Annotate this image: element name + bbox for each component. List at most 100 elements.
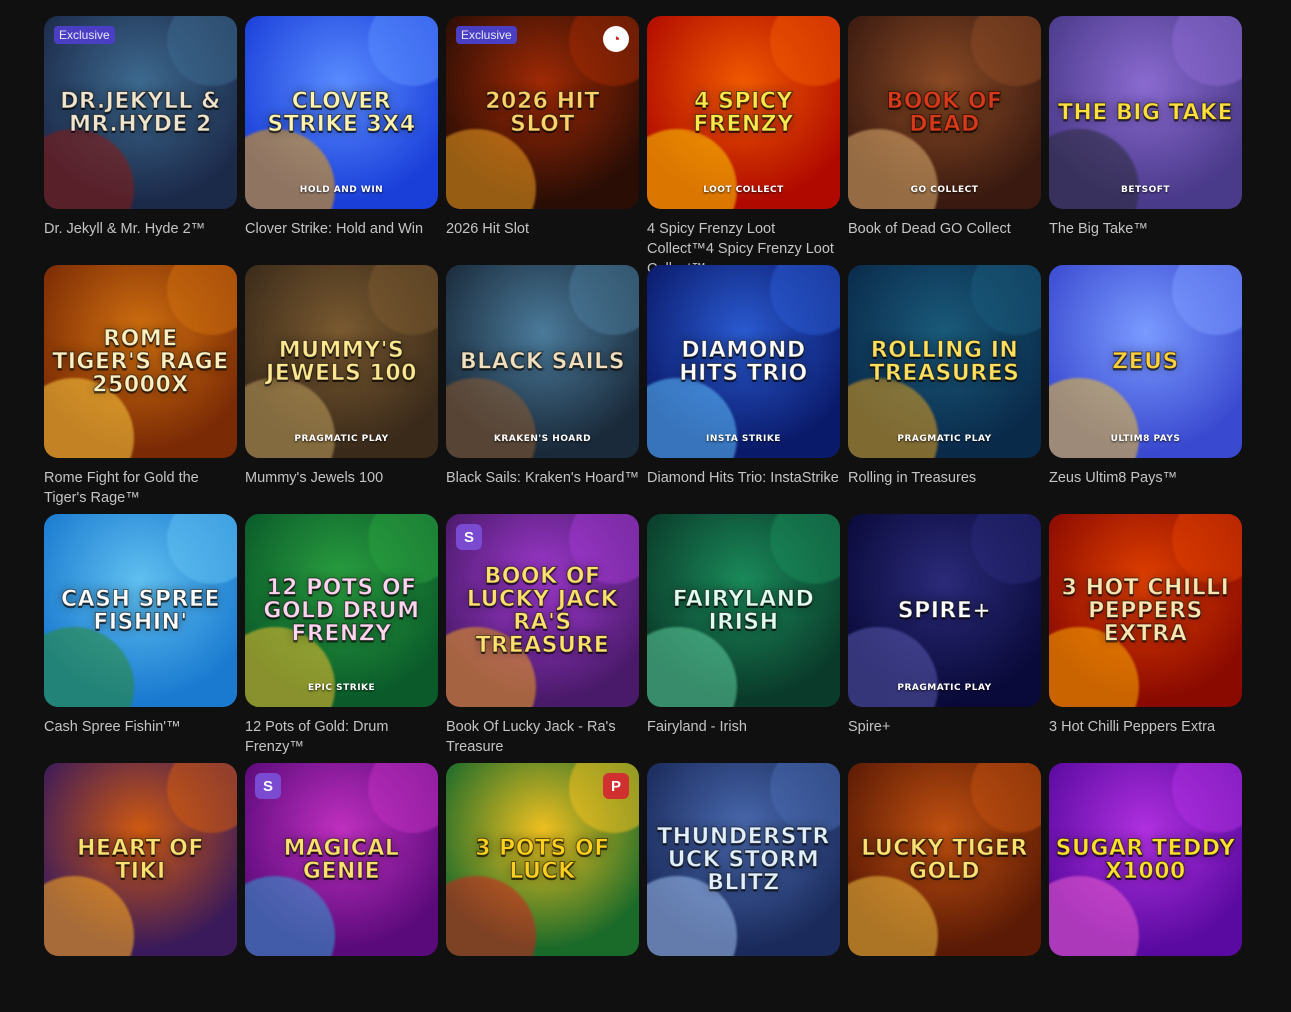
game-thumbnail[interactable]: The Big Take BETSOFT [1049, 16, 1242, 209]
game-thumbnail[interactable]: Dr.Jekyll & Mr.Hyde 2 Exclusive [44, 16, 237, 209]
game-thumbnail[interactable]: Thunderstruck Storm Blitz [647, 763, 840, 956]
game-card[interactable]: Clover Strike 3x4 HOLD AND WIN Clover Stri… [245, 16, 438, 265]
game-thumbnail[interactable]: 3 Hot Chilli Peppers Extra [1049, 514, 1242, 707]
game-name[interactable]: Zeus Ultim8 Pays™ [1049, 468, 1242, 488]
game-thumbnail[interactable]: Heart of Tiki [44, 763, 237, 956]
artwork-glow [44, 876, 134, 956]
game-thumbnail[interactable]: Lucky Tiger Gold [848, 763, 1041, 956]
game-artwork-title: Rolling in Treasures [869, 337, 1020, 386]
game-name[interactable]: Book of Dead GO Collect [848, 219, 1041, 239]
artwork-glow [848, 627, 938, 707]
game-artwork-title: 3 Hot Chilli Peppers Extra [1061, 574, 1230, 647]
game-artwork-subtitle: INSTA STRIKE [706, 434, 781, 444]
artwork-glow [245, 129, 335, 209]
game-card[interactable]: Magical Genie S [245, 763, 438, 1012]
artwork-glow [368, 265, 438, 335]
game-artwork-subtitle: PRAGMATIC PLAY [897, 683, 992, 693]
artwork-glow [446, 378, 536, 458]
game-card[interactable]: Diamond Hits Trio INSTA STRIKE Diamond Hit… [647, 265, 840, 514]
game-card[interactable]: Heart of Tiki [44, 763, 237, 1012]
game-thumbnail[interactable]: Cash Spree Fishin' [44, 514, 237, 707]
artwork-glow [569, 16, 639, 86]
game-card[interactable]: 2026 Hit Slot Exclusive ◔ 2026 Hit Slot [446, 16, 639, 265]
game-artwork-title: Fairyland Irish [672, 586, 815, 635]
artwork-glow [1172, 514, 1242, 584]
game-name[interactable]: Spire+ [848, 717, 1041, 737]
artwork-glow [1049, 876, 1139, 956]
game-artwork-subtitle: PRAGMATIC PLAY [897, 434, 992, 444]
game-thumbnail[interactable]: Diamond Hits Trio INSTA STRIKE [647, 265, 840, 458]
game-name[interactable]: The Big Take™ [1049, 219, 1242, 239]
game-artwork-title: Cash Spree Fishin' [60, 586, 221, 635]
game-card[interactable]: Dr.Jekyll & Mr.Hyde 2 Exclusive Dr. Jekyll… [44, 16, 237, 265]
game-name[interactable]: Rome Fight for Gold the Tiger's Rage™ [44, 468, 237, 508]
game-name[interactable]: Book Of Lucky Jack - Ra's Treasure [446, 717, 639, 757]
game-card[interactable]: Mummy's Jewels 100 PRAGMATIC PLAY Mummy's … [245, 265, 438, 514]
game-thumbnail[interactable]: Rome Tiger's Rage 25000X [44, 265, 237, 458]
game-thumbnail[interactable]: Rolling in Treasures PRAGMATIC PLAY [848, 265, 1041, 458]
game-name[interactable]: Fairyland - Irish [647, 717, 840, 737]
game-card[interactable]: Cash Spree Fishin' Cash Spree Fishin'™ [44, 514, 237, 763]
game-thumbnail[interactable]: Mummy's Jewels 100 PRAGMATIC PLAY [245, 265, 438, 458]
game-card[interactable]: 12 Pots of Gold Drum Frenzy EPIC STRIKE 12… [245, 514, 438, 763]
game-name[interactable]: Dr. Jekyll & Mr. Hyde 2™ [44, 219, 237, 239]
game-artwork-subtitle: PRAGMATIC PLAY [294, 434, 389, 444]
s-provider-icon: S [456, 524, 482, 550]
game-thumbnail[interactable]: Book of Lucky Jack Ra's Treasure S [446, 514, 639, 707]
artwork-glow [368, 763, 438, 833]
game-thumbnail[interactable]: 2026 Hit Slot Exclusive ◔ [446, 16, 639, 209]
artwork-glow [848, 129, 938, 209]
game-card[interactable]: Spire+ PRAGMATIC PLAY Spire+ [848, 514, 1041, 763]
artwork-glow [167, 16, 237, 86]
game-artwork-title: Spire+ [897, 597, 992, 623]
game-card[interactable]: Zeus ULTIM8 PAYS Zeus Ultim8 Pays™ [1049, 265, 1242, 514]
game-name[interactable]: 12 Pots of Gold: Drum Frenzy™ [245, 717, 438, 757]
game-thumbnail[interactable]: Fairyland Irish [647, 514, 840, 707]
game-card[interactable]: 4 Spicy Frenzy LOOT COLLECT 4 Spicy Frenzy… [647, 16, 840, 277]
game-thumbnail[interactable]: Book of Dead GO COLLECT [848, 16, 1041, 209]
game-card[interactable]: Lucky Tiger Gold [848, 763, 1041, 1012]
artwork-glow [770, 16, 840, 86]
artwork-glow [848, 876, 938, 956]
p-provider-icon: P [603, 773, 629, 799]
game-card[interactable]: Black Sails KRAKEN'S HOARD Black Sails: Kr… [446, 265, 639, 514]
game-thumbnail[interactable]: Clover Strike 3x4 HOLD AND WIN [245, 16, 438, 209]
game-card[interactable]: Fairyland Irish Fairyland - Irish [647, 514, 840, 763]
game-thumbnail[interactable]: Magical Genie S [245, 763, 438, 956]
game-card[interactable]: Thunderstruck Storm Blitz [647, 763, 840, 1012]
game-card[interactable]: Sugar Teddy x1000 [1049, 763, 1242, 1012]
game-artwork-title: Mummy's Jewels 100 [266, 337, 417, 386]
game-thumbnail[interactable]: Black Sails KRAKEN'S HOARD [446, 265, 639, 458]
game-card[interactable]: 3 Hot Chilli Peppers Extra 3 Hot Chilli P… [1049, 514, 1242, 763]
artwork-glow [167, 763, 237, 833]
game-card[interactable]: The Big Take BETSOFT The Big Take™ [1049, 16, 1242, 265]
game-thumbnail[interactable]: Spire+ PRAGMATIC PLAY [848, 514, 1041, 707]
game-name[interactable]: Mummy's Jewels 100 [245, 468, 438, 488]
artwork-glow [1172, 16, 1242, 86]
game-artwork-title: Diamond Hits Trio [679, 337, 808, 386]
game-name[interactable]: Clover Strike: Hold and Win [245, 219, 438, 239]
artwork-glow [167, 514, 237, 584]
artwork-glow [167, 265, 237, 335]
game-name[interactable]: Cash Spree Fishin'™ [44, 717, 237, 737]
game-thumbnail[interactable]: 4 Spicy Frenzy LOOT COLLECT [647, 16, 840, 209]
game-name[interactable]: 2026 Hit Slot [446, 219, 639, 239]
game-card[interactable]: Book of Lucky Jack Ra's Treasure S Book Of… [446, 514, 639, 763]
game-thumbnail[interactable]: Sugar Teddy x1000 [1049, 763, 1242, 956]
game-name[interactable]: Rolling in Treasures [848, 468, 1041, 488]
game-card[interactable]: Book of Dead GO COLLECT Book of Dead GO Co… [848, 16, 1041, 265]
game-artwork-title: Book of Dead [886, 88, 1003, 137]
game-thumbnail[interactable]: 12 Pots of Gold Drum Frenzy EPIC STRIKE [245, 514, 438, 707]
game-card[interactable]: Rolling in Treasures PRAGMATIC PLAY Rollin… [848, 265, 1041, 514]
game-card[interactable]: 3 Pots of Luck P [446, 763, 639, 1012]
game-artwork-subtitle: HOLD AND WIN [299, 185, 384, 195]
game-artwork-subtitle: LOOT COLLECT [703, 185, 784, 195]
game-name[interactable]: Diamond Hits Trio: InstaStrike [647, 468, 840, 488]
game-name[interactable]: 3 Hot Chilli Peppers Extra [1049, 717, 1242, 737]
game-artwork-title: Lucky Tiger Gold [861, 835, 1028, 884]
game-thumbnail[interactable]: 3 Pots of Luck P [446, 763, 639, 956]
artwork-glow [368, 514, 438, 584]
game-thumbnail[interactable]: Zeus ULTIM8 PAYS [1049, 265, 1242, 458]
game-name[interactable]: Black Sails: Kraken's Hoard™ [446, 468, 639, 488]
game-card[interactable]: Rome Tiger's Rage 25000X Rome Fight for G… [44, 265, 237, 514]
